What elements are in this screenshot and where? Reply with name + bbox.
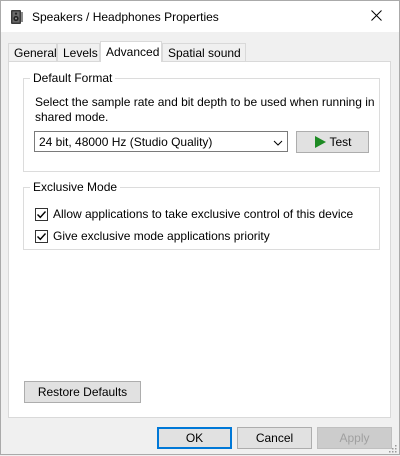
apply-button-label: Apply [339,431,370,445]
restore-defaults-button[interactable]: Restore Defaults [24,381,141,403]
close-icon [370,9,382,24]
tab-spatial-sound[interactable]: Spatial sound [162,43,246,61]
test-button[interactable]: Test [296,131,369,153]
sample-format-select[interactable]: 24 bit, 48000 Hz (Studio Quality) [34,131,288,152]
cancel-button[interactable]: Cancel [237,427,312,449]
exclusive-control-option[interactable]: Allow applications to take exclusive con… [35,206,353,222]
tab-advanced[interactable]: Advanced [100,41,162,62]
apply-button[interactable]: Apply [317,427,392,449]
play-icon [313,135,327,149]
properties-dialog: Speakers / Headphones Properties General… [0,0,400,455]
cancel-button-label: Cancel [255,431,294,445]
window-title: Speakers / Headphones Properties [32,10,219,24]
exclusive-mode-group: Exclusive Mode Allow applications to tak… [23,180,380,250]
title-bar[interactable]: Speakers / Headphones Properties [1,1,399,32]
exclusive-priority-checkbox[interactable] [35,229,48,243]
close-button[interactable] [353,1,399,32]
exclusive-mode-legend: Exclusive Mode [30,180,121,194]
checkmark-icon [37,232,47,240]
exclusive-priority-option[interactable]: Give exclusive mode applications priorit… [35,228,270,244]
tab-general[interactable]: General [8,43,57,61]
test-button-label: Test [329,135,352,149]
ok-button[interactable]: OK [157,427,232,449]
default-format-description: Select the sample rate and bit depth to … [35,95,375,124]
ok-button-label: OK [185,431,204,445]
checkmark-icon [37,210,47,218]
speaker-icon [9,9,25,25]
sample-format-value: 24 bit, 48000 Hz (Studio Quality) [39,135,213,149]
tab-levels[interactable]: Levels [57,43,100,61]
chevron-down-icon [273,137,283,147]
resize-grip-icon[interactable] [387,442,397,453]
exclusive-control-label: Allow applications to take exclusive con… [53,207,354,221]
exclusive-priority-label: Give exclusive mode applications priorit… [53,229,270,243]
default-format-group: Default Format Select the sample rate an… [23,71,380,172]
advanced-tab-panel: Default Format Select the sample rate an… [8,61,391,418]
exclusive-control-checkbox[interactable] [35,207,48,221]
default-format-legend: Default Format [30,71,116,85]
restore-defaults-label: Restore Defaults [37,385,128,399]
